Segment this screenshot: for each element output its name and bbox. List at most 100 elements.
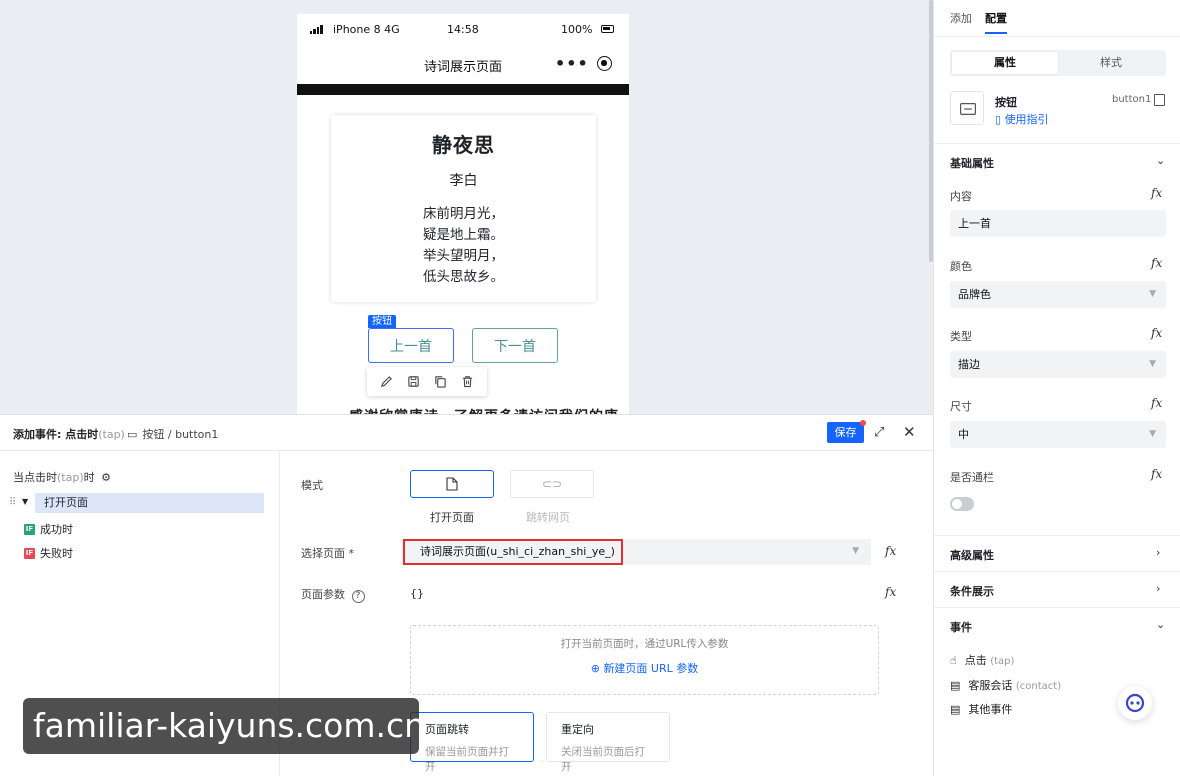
fx-icon[interactable]: fx <box>885 585 896 599</box>
trigger-text: 当点击时 <box>13 471 57 484</box>
trigger-hint: (tap) <box>57 471 84 484</box>
content-input[interactable]: 上一首 <box>950 210 1166 237</box>
event-panel-header: 添加事件: 点击时(tap) ▭ 按钮 / button1 保存 ⤢ ✕ <box>0 415 933 451</box>
book-icon: ▯ <box>995 113 1002 126</box>
edit-icon[interactable] <box>378 373 396 391</box>
nav-option-redirect[interactable]: 重定向 关闭当前页面后打开 <box>546 712 670 773</box>
divider <box>934 571 1180 572</box>
divider <box>934 607 1180 608</box>
divider <box>934 143 1180 144</box>
tab-add[interactable]: 添加 <box>950 10 972 26</box>
chevron-down-icon[interactable]: ⌄ <box>1156 154 1165 167</box>
next-poem-button[interactable]: 下一首 <box>472 328 558 363</box>
mode-label: 模式 <box>301 479 323 492</box>
add-url-param-button[interactable]: ⊕ 新建页面 URL 参数 <box>411 660 878 676</box>
nav-option-navigate[interactable]: 页面跳转 保留当前页面并打开 <box>410 712 534 773</box>
expand-icon[interactable]: ⤢ <box>874 425 884 440</box>
url-params-hint: 打开当前页面时，通过URL传入参数 <box>560 638 729 650</box>
link-icon: ⊂⊃ <box>541 477 563 491</box>
chevron-down-icon: ▼ <box>1149 429 1156 439</box>
footer-text: 感谢欣赏唐诗，了解更多请访问我们的唐 <box>349 406 619 414</box>
chevron-down-icon[interactable]: ⌄ <box>1156 618 1165 631</box>
trigger-label: 当点击时(tap)时 ⚙ <box>13 469 111 485</box>
button-component-icon <box>950 91 984 125</box>
fx-icon[interactable]: fx <box>1151 396 1162 410</box>
poem-card[interactable]: 静夜思 李白 床前明月光， 疑是地上霜。 举头望明月， 低头思故乡。 <box>331 115 596 302</box>
poem-body: 床前明月光， 疑是地上霜。 举头望明月， 低头思故乡。 <box>331 204 596 288</box>
chevron-right-icon[interactable]: › <box>1156 582 1160 595</box>
mode-open-page-card[interactable] <box>410 470 494 498</box>
tab-styles[interactable]: 样式 <box>1058 52 1164 74</box>
mode-jump-web-card[interactable]: ⊂⊃ <box>510 470 594 498</box>
mode-jump-label: 跳转网页 <box>526 511 570 524</box>
tab-config[interactable]: 配置 <box>985 10 1007 34</box>
save-icon[interactable] <box>405 373 423 391</box>
usage-guide-link[interactable]: ▯ 使用指引 <box>995 111 1049 127</box>
fx-icon[interactable]: fx <box>885 544 896 558</box>
tab-properties[interactable]: 属性 <box>952 52 1058 74</box>
poem-line: 低头思故乡。 <box>423 269 504 285</box>
event-tap[interactable]: ☝ 点击 (tap) <box>950 652 1014 668</box>
fx-icon[interactable]: fx <box>1151 467 1162 481</box>
condition-title[interactable]: 条件展示 <box>950 583 994 599</box>
caret-down-icon[interactable]: ▼ <box>22 497 28 506</box>
page-select[interactable]: 诗词展示页面(u_shi_ci_zhan_shi_ye_) ▼ <box>401 539 871 565</box>
block-toggle[interactable] <box>950 497 974 511</box>
selected-component-tag: 按钮 <box>368 315 396 328</box>
size-select[interactable]: 中 ▼ <box>950 421 1166 448</box>
color-select[interactable]: 品牌色 ▼ <box>950 281 1166 308</box>
property-style-switch: 属性 样式 <box>950 50 1166 76</box>
help-icon[interactable]: ? <box>351 590 365 603</box>
capsule-close-icon[interactable] <box>597 56 612 71</box>
calendar-icon: ▤ <box>950 702 961 716</box>
branch-fail[interactable]: IF 失败时 <box>24 545 73 561</box>
action-open-page[interactable]: 打开页面 <box>35 493 264 513</box>
nav-option-desc: 保留当前页面并打开 <box>425 746 509 773</box>
event-other[interactable]: ▤ 其他事件 <box>950 701 1012 717</box>
type-select[interactable]: 描边 ▼ <box>950 351 1166 378</box>
poem-author: 李白 <box>449 173 478 189</box>
mode-open-label: 打开页面 <box>430 511 474 524</box>
save-button[interactable]: 保存 <box>827 420 866 443</box>
url-params-box: 打开当前页面时，通过URL传入参数 ⊕ 新建页面 URL 参数 <box>410 625 879 695</box>
nav-option-title: 页面跳转 <box>425 723 469 736</box>
settings-icon[interactable]: ⚙ <box>101 471 111 484</box>
size-label: 尺寸 <box>950 400 972 413</box>
event-name: 点击 <box>964 654 987 667</box>
tap-icon: ☝ <box>950 653 957 667</box>
editor-canvas: iPhone 8 4G 14:58 100% 诗词展示页面 ••• 静夜思 李白… <box>0 0 933 414</box>
fx-icon[interactable]: fx <box>1151 186 1162 200</box>
poem-line: 举头望明月， <box>423 248 504 264</box>
copy-icon[interactable] <box>432 373 450 391</box>
component-name: 按钮 <box>995 96 1017 109</box>
more-icon[interactable]: ••• <box>555 54 589 73</box>
basic-props-title[interactable]: 基础属性 <box>950 155 994 171</box>
event-contact[interactable]: ▤ 客服会话 (contact) <box>950 677 1061 693</box>
page-params-value[interactable]: {} <box>410 587 424 600</box>
event-hint: (tap) <box>990 656 1015 667</box>
fx-icon[interactable]: fx <box>1151 326 1162 340</box>
chevron-right-icon[interactable]: › <box>1156 546 1160 559</box>
calendar-icon: ▤ <box>950 678 961 692</box>
panel-tabs: 添加 配置 <box>950 10 1007 34</box>
event-hint: (contact) <box>1015 681 1062 692</box>
advanced-props-title[interactable]: 高级属性 <box>950 547 994 563</box>
prev-poem-button[interactable]: 上一首 <box>368 328 454 363</box>
drag-handle-icon[interactable]: ⠿ <box>9 497 16 508</box>
signal-icon <box>310 24 323 34</box>
branch-success[interactable]: IF 成功时 <box>24 521 73 537</box>
property-panel: 添加 配置 属性 样式 按钮 ▯ 使用指引 button1 基础属性 ⌄ 内容 … <box>933 0 1180 776</box>
close-icon[interactable]: ✕ <box>903 423 916 441</box>
copy-id-icon[interactable] <box>1154 94 1165 106</box>
events-title[interactable]: 事件 <box>950 619 972 635</box>
battery-icon <box>601 25 614 33</box>
delete-icon[interactable] <box>459 373 477 391</box>
component-id: button1 <box>1112 94 1152 105</box>
nav-option-desc: 关闭当前页面后打开 <box>561 746 645 773</box>
assistant-bot-icon[interactable] <box>1118 686 1152 720</box>
color-label: 颜色 <box>950 260 972 273</box>
carrier-label: iPhone 8 4G <box>333 23 400 36</box>
file-icon <box>446 477 458 491</box>
page-select-value: 诗词展示页面(u_shi_ci_zhan_shi_ye_) <box>403 539 623 565</box>
fx-icon[interactable]: fx <box>1151 256 1162 270</box>
